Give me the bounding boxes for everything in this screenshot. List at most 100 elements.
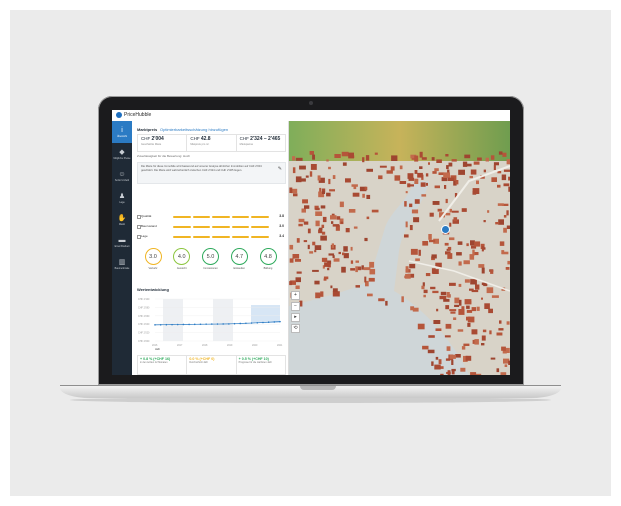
building	[481, 335, 486, 341]
lid-notch	[300, 386, 336, 390]
building	[466, 243, 469, 247]
building	[473, 161, 480, 165]
edit-icon[interactable]: ✎	[278, 166, 282, 172]
building	[458, 261, 462, 266]
building	[293, 193, 298, 197]
laptop-base	[60, 385, 561, 398]
building	[428, 335, 435, 338]
building	[444, 242, 449, 246]
building	[470, 169, 477, 175]
score-item[interactable]: 4.7 Einkaufen	[227, 248, 251, 278]
building	[330, 215, 337, 220]
building	[378, 298, 385, 302]
building	[364, 276, 367, 283]
building	[318, 229, 323, 234]
building	[292, 156, 296, 161]
building	[419, 151, 423, 158]
tag-icon: ◆	[119, 148, 125, 156]
building	[413, 217, 420, 223]
building	[458, 309, 465, 315]
building	[339, 201, 344, 208]
building	[459, 299, 462, 306]
building	[499, 320, 502, 324]
score-item[interactable]: 4.0 Aussicht	[170, 248, 194, 278]
building	[405, 191, 408, 194]
building	[321, 257, 328, 262]
building	[457, 329, 464, 332]
zoom-in-icon[interactable]: +	[291, 291, 300, 300]
info-icon: i	[121, 126, 123, 134]
building	[295, 176, 302, 183]
sidebar-item-label: Sozio Umfeld	[114, 178, 130, 182]
score-item[interactable]: 5.0 Immissionen	[199, 248, 223, 278]
building	[440, 291, 447, 296]
price-stats: CHF 2'004 Geschätzte Miete CHF 42.8 Mietpre…	[137, 134, 286, 152]
building	[332, 255, 335, 258]
rotate-icon[interactable]: ⟲	[291, 324, 300, 333]
building	[460, 367, 466, 372]
building	[504, 364, 508, 367]
building	[450, 311, 456, 314]
score-ring: 3.0	[144, 248, 162, 265]
building	[476, 306, 480, 311]
building	[429, 239, 436, 243]
building	[464, 279, 470, 283]
building	[506, 210, 509, 216]
map-view[interactable]: + − ▸ ⟲	[289, 121, 510, 375]
building	[294, 259, 301, 262]
sidebar-item-0[interactable]: i Übersicht	[112, 121, 132, 143]
sidebar-item-6[interactable]: ▥ Baumerkmale	[112, 253, 132, 275]
building	[378, 175, 383, 180]
building	[298, 223, 303, 227]
building	[448, 162, 453, 167]
building	[493, 162, 499, 166]
factor-value: 3.8	[279, 214, 284, 218]
building	[484, 303, 490, 309]
building	[497, 203, 504, 206]
building	[289, 258, 294, 263]
sidebar-item-3[interactable]: ♟ Lage	[112, 187, 132, 209]
sidebar-item-1[interactable]: ◆ Mögliche Preise	[112, 143, 132, 165]
laptop-screen: PriceHubble i Übersicht ◆ Mögliche Preise ☺ S…	[112, 110, 510, 375]
data-point	[222, 323, 224, 325]
building	[446, 165, 449, 170]
building	[506, 225, 510, 229]
building	[366, 216, 370, 220]
x-tick-label: 2019	[227, 344, 233, 347]
building	[289, 244, 294, 250]
building	[312, 269, 319, 272]
sidebar-item-5[interactable]: ▬ Erreichbarkeit	[112, 231, 132, 253]
sidebar-item-2[interactable]: ☺ Sozio Umfeld	[112, 165, 132, 187]
zoom-out-icon[interactable]: −	[291, 302, 300, 311]
score-item[interactable]: 4.8 Bildung	[256, 248, 280, 278]
app-name: PriceHubble	[124, 112, 152, 118]
building	[330, 285, 333, 289]
valuation-panel: Marktpreis Optimierbarkeitsschätzung hin…	[132, 121, 289, 375]
smiley-icon: ☺	[118, 170, 126, 178]
building	[326, 159, 329, 162]
building	[501, 251, 509, 255]
building	[449, 237, 455, 241]
sidebar-item-4[interactable]: ✋ Markt	[112, 209, 132, 231]
building	[428, 162, 430, 165]
building	[463, 260, 470, 265]
building	[451, 368, 456, 372]
bar-segment	[212, 216, 230, 218]
building	[414, 170, 418, 174]
stat-number: 2'004	[151, 136, 164, 142]
score-item[interactable]: 3.0 Verkehr	[141, 248, 165, 278]
building	[419, 166, 423, 169]
building	[506, 159, 510, 165]
play-icon[interactable]: ▸	[291, 313, 300, 322]
data-point	[245, 322, 247, 325]
building	[449, 354, 456, 359]
building	[444, 185, 447, 189]
building	[332, 175, 336, 179]
car-icon: ▬	[118, 236, 126, 244]
add-estimate-link[interactable]: Optimierbarkeitsschätzung hinzufügen	[160, 127, 228, 132]
score-label: Verkehr	[148, 267, 158, 270]
building	[474, 339, 479, 345]
app-logo[interactable]: PriceHubble	[116, 112, 151, 118]
building	[331, 243, 334, 249]
location-pin-icon[interactable]	[441, 225, 450, 234]
